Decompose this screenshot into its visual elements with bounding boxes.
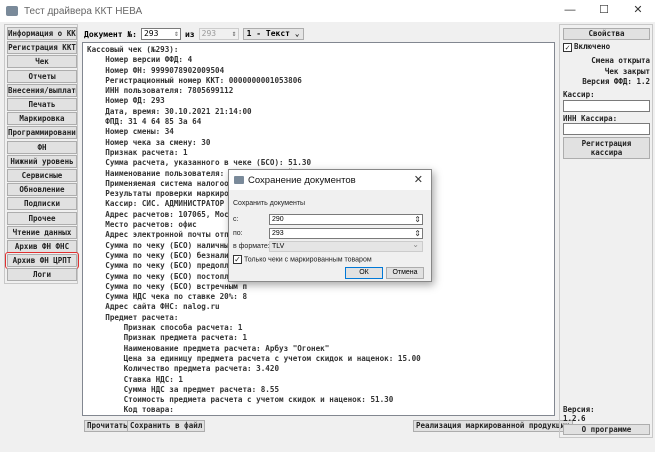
to-input[interactable]: 293 [269, 228, 423, 239]
sidebar-item[interactable]: Архив ФН ФНС [7, 240, 77, 253]
document-number-input[interactable]: 293 [140, 28, 181, 40]
save-documents-heading: Сохранить документы [233, 200, 306, 207]
document-line: Сумма НДС чека по ставке 20%: 8 [87, 292, 248, 302]
shift-status: Смена открыта [591, 56, 650, 65]
cashier-label: Кассир: [563, 90, 595, 99]
right-panel: Свойства ✓ Включено Смена открыта Чек зак… [559, 24, 653, 438]
dialog-title: Сохранение документов [248, 174, 356, 186]
document-toolbar: Документ №: 293 из 293 1 - Текст ⌄ [84, 28, 304, 40]
sidebar-item[interactable]: Чек [7, 55, 77, 69]
sidebar-item[interactable]: Обновление [7, 183, 77, 197]
document-total-input: 293 [198, 28, 239, 40]
version-value: 1.2.6 [563, 414, 586, 423]
only-marked-label: Только чеки с маркированным товаром [244, 256, 372, 264]
sidebar-item[interactable]: Прочее [7, 211, 77, 225]
display-mode-select[interactable]: 1 - Текст ⌄ [242, 28, 304, 40]
close-button[interactable]: ✕ [621, 0, 655, 22]
document-line: Цена за единицу предмета расчета с учето… [87, 353, 421, 363]
save-documents-dialog: Сохранение документов ✕ Сохранить докуме… [228, 169, 432, 282]
dialog-app-icon [234, 176, 244, 184]
cancel-button[interactable]: Отмена [386, 267, 424, 279]
document-line: Кассовый чек (№293): [87, 45, 179, 54]
document-line: Сумма по чеку (БСО) встречным п [87, 281, 248, 291]
app-icon [6, 6, 18, 16]
sidebar-item[interactable]: Нижний уровень [7, 154, 77, 168]
sidebar-item[interactable]: Информация о ККТ [7, 27, 77, 40]
checkbox-icon: ✓ [563, 42, 572, 52]
document-line: Номер чека за смену: 30 [87, 137, 211, 147]
ok-button[interactable]: ОК [345, 267, 383, 279]
minimize-button[interactable]: — [553, 0, 587, 22]
from-label: с: [233, 216, 239, 223]
of-label: из [184, 29, 195, 39]
register-cashier-button[interactable]: Регистрация кассира [563, 137, 650, 159]
cashier-inn-label: ИНН Кассира: [563, 114, 618, 123]
sidebar-item[interactable]: Внесения/выплаты [7, 83, 77, 97]
document-line: Стоимость предмета расчета с учетом скид… [87, 395, 394, 405]
sidebar-item[interactable]: Программирование [7, 126, 77, 140]
sidebar-item[interactable]: Сервисные [7, 169, 77, 182]
save-to-file-button[interactable]: Сохранить в файл [127, 420, 206, 432]
document-line: Код товара: [87, 405, 174, 415]
cashier-input[interactable] [563, 100, 650, 112]
sidebar: Информация о ККТ Регистрация ККТ Чек Отчеты… [4, 24, 79, 284]
receipt-status: Чек закрыт [604, 67, 650, 76]
document-line: Сумма НДС за предмет расчета: 8.55 [87, 384, 280, 394]
window-title: Тест драйвера ККТ НЕВА [24, 5, 143, 17]
to-label: по: [233, 230, 243, 237]
properties-button[interactable]: Свойства [563, 28, 650, 40]
from-input[interactable]: 290 [269, 214, 423, 225]
dialog-title-bar: Сохранение документов [229, 170, 431, 190]
document-line: Количество предмета расчета: 3.420 [87, 364, 280, 374]
sidebar-item[interactable]: Маркировка [7, 112, 77, 126]
checkbox-icon: ✓ [233, 255, 242, 264]
document-number-label: Документ №: [84, 29, 137, 39]
document-line: Признак расчета: 1 [87, 147, 188, 157]
document-line: Номер ФД: 293 [87, 96, 165, 106]
sidebar-item[interactable]: Логи [7, 268, 77, 282]
document-line: ФПД: 31 4 64 85 3a 64 [87, 117, 202, 127]
dialog-close-icon[interactable]: ✕ [414, 173, 423, 186]
format-label: в формате: [233, 243, 270, 250]
sidebar-item[interactable]: Чтение данных [7, 225, 77, 239]
sidebar-item[interactable]: Подписки [7, 197, 77, 211]
format-select[interactable]: TLV [269, 240, 423, 252]
title-bar: Тест драйвера ККТ НЕВА — ☐ ✕ [0, 0, 655, 22]
read-button[interactable]: Прочитать [84, 420, 131, 432]
sidebar-item[interactable]: Регистрация ККТ [7, 41, 77, 55]
document-line: Ставка НДС: 1 [87, 374, 184, 384]
maximize-button[interactable]: ☐ [587, 0, 621, 22]
document-line: Регистрационный номер ККТ: 0000000001053… [87, 75, 302, 85]
document-line: Наименование предмета расчета: Арбуз "Ог… [87, 343, 330, 353]
document-line: Номер версии ФФД: 4 [87, 55, 193, 65]
document-line: Адрес сайта ФНС: nalog.ru [87, 302, 220, 312]
ffd-version: Версия ФФД: 1.2 [582, 77, 650, 86]
document-line: Предмет расчета: [87, 312, 179, 322]
sidebar-item[interactable]: Отчеты [7, 69, 77, 83]
document-line: Сумма расчета, указанного в чеке (БСО): … [87, 158, 312, 168]
display-mode-value: 1 - Текст [246, 29, 290, 38]
document-line: Номер смены: 34 [87, 127, 174, 137]
enabled-label: Включено [574, 42, 611, 51]
document-line: Признак предмета расчета: 1 [87, 333, 248, 343]
sidebar-item[interactable]: ФН [7, 140, 77, 154]
document-line: Признак способа расчета: 1 [87, 323, 243, 333]
marked-products-button[interactable]: Реализация маркированной продукции [413, 420, 573, 432]
about-button[interactable]: О программе [563, 424, 650, 435]
enabled-checkbox[interactable]: ✓ Включено [563, 42, 610, 52]
cashier-inn-input[interactable] [563, 123, 650, 135]
only-marked-checkbox[interactable]: ✓ Только чеки с маркированным товаром [233, 255, 372, 264]
sidebar-item[interactable]: Архив ФН ЦРПТ [5, 252, 79, 270]
document-line: ИНН пользователя: 7805699112 [87, 86, 234, 96]
version-label: Версия: [563, 405, 595, 414]
document-line: Номер ФН: 9999078902009504 [87, 65, 225, 75]
sidebar-item[interactable]: Печать [7, 98, 77, 111]
document-line: Дата, время: 30.10.2021 21:14:00 [87, 106, 252, 116]
